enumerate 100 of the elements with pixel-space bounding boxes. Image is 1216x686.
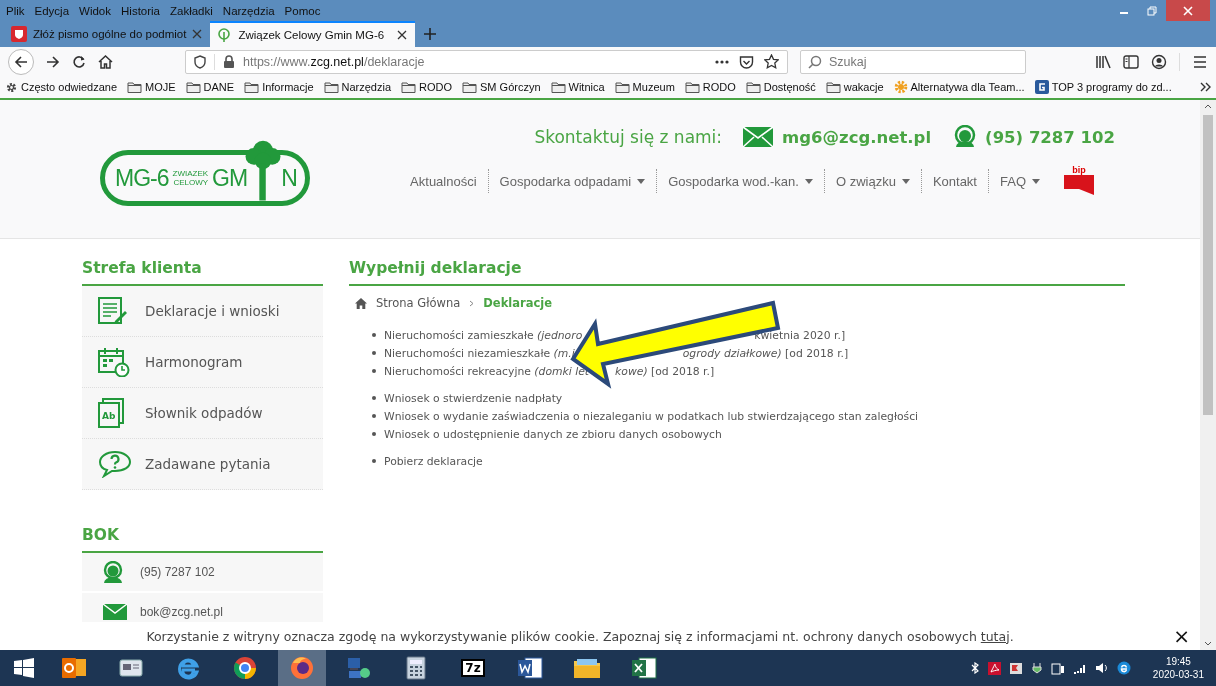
account-icon[interactable] — [1151, 53, 1167, 70]
scroll-up-icon[interactable] — [1204, 104, 1212, 109]
back-icon[interactable] — [14, 54, 28, 69]
plug-icon[interactable] — [1030, 661, 1043, 675]
menu-item[interactable]: Edycja — [34, 4, 70, 17]
document-link[interactable]: Wniosek o wydanie zaświadczenia o niezaleganiu w podatkach lub stwierdzającego stan zaległości — [384, 409, 919, 423]
library-icon[interactable] — [1095, 54, 1111, 69]
envelope-icon — [102, 603, 128, 621]
scrollbar[interactable] — [1200, 100, 1216, 650]
menu-icon[interactable] — [1192, 54, 1208, 69]
back-button[interactable] — [8, 48, 34, 75]
bookmark[interactable]: Informacje — [244, 81, 314, 93]
sidebar-icon[interactable] — [1123, 54, 1139, 69]
page-heading: Wypełnij deklaracje — [349, 259, 1125, 286]
reload-icon[interactable] — [72, 54, 86, 69]
sidebar-item[interactable]: Deklaracje i wnioski — [82, 286, 323, 337]
forward-icon[interactable] — [46, 54, 60, 69]
close-button[interactable]: × — [1173, 624, 1190, 648]
breadcrumb-link[interactable]: Strona Główna — [376, 296, 461, 310]
bookmark[interactable]: Często odwiedzane — [5, 80, 117, 94]
address-bar[interactable]: https://www.zcg.net.pl/deklaracje — [185, 49, 788, 74]
document-link[interactable]: Nieruchomości zamieszkałe (jednoro — [384, 328, 583, 342]
folder-icon — [745, 81, 761, 93]
contact-label: Skontaktuj się z nami: — [534, 127, 723, 147]
bullet-icon — [372, 333, 376, 337]
document-link[interactable]: kwietnia 2020 r.] — [754, 328, 846, 342]
document-link[interactable]: Pobierz deklaracje — [384, 454, 483, 468]
contact-phone: (95) 7287 102 — [985, 127, 1115, 147]
bullet-icon — [372, 432, 376, 436]
bluetooth-icon[interactable] — [969, 662, 980, 674]
document-link[interactable]: Wniosek o stwierdzenie nadpłaty — [384, 391, 563, 405]
close-button[interactable] — [1166, 0, 1210, 21]
bookmark[interactable]: Witnica — [550, 81, 605, 93]
chevron-icon — [469, 299, 475, 307]
search-field[interactable]: Szukaj — [800, 49, 1026, 74]
browser-tab[interactable]: Związek Celowy Gmin MG-6 — [210, 21, 416, 47]
device-icon[interactable] — [1050, 661, 1065, 675]
signal-icon[interactable] — [1072, 662, 1087, 674]
windows-icon[interactable] — [14, 658, 34, 678]
sidebar-item[interactable]: Harmonogram — [82, 337, 323, 388]
pdf-icon[interactable] — [987, 661, 1001, 675]
bookmark[interactable]: MOJE — [127, 81, 176, 93]
chevrons-icon[interactable] — [1200, 82, 1212, 92]
nav-link[interactable]: Aktualności — [399, 173, 488, 189]
menu-item[interactable]: Zakładki — [170, 4, 213, 17]
sidebar-item[interactable]: Ab Słownik odpadów — [82, 388, 323, 439]
bookmark[interactable]: RODO — [684, 81, 736, 93]
star-icon[interactable] — [764, 54, 779, 69]
caret-icon — [804, 178, 813, 184]
tree-icon — [216, 27, 233, 43]
bookmark[interactable]: Dostęność — [745, 81, 816, 93]
bookmark[interactable]: Muzeum — [614, 81, 675, 93]
bookmark[interactable]: RODO — [401, 81, 453, 93]
clock[interactable]: 19:45 2020-03-31 — [1152, 655, 1204, 681]
more-icon[interactable] — [715, 59, 729, 64]
speaker-icon[interactable] — [1094, 662, 1109, 674]
bookmark[interactable]: wakacje — [825, 81, 884, 93]
browser-tab[interactable]: Złóż pismo ogólne do podmiot — [5, 21, 211, 47]
close-icon[interactable] — [397, 30, 408, 40]
restore-icon[interactable] — [1147, 5, 1157, 16]
bookmark[interactable]: TOP 3 programy do zd... — [1034, 80, 1172, 94]
cookie-link[interactable]: tutaj — [980, 628, 1010, 644]
nav-link[interactable]: O związku — [824, 173, 921, 189]
shield-icon[interactable] — [194, 54, 206, 69]
bullet-icon — [372, 369, 376, 373]
nav-link[interactable]: Kontakt — [921, 173, 988, 189]
folder-icon — [401, 81, 417, 93]
nav-link[interactable]: Gospodarka wod.-kan. — [657, 173, 824, 189]
circle-e-icon[interactable] — [1116, 661, 1131, 675]
bookmark[interactable]: DANE — [185, 81, 235, 93]
new-tab-icon[interactable] — [423, 27, 438, 41]
document-link[interactable]: ogrody działkowe) [od 2018 r.] — [682, 346, 849, 360]
home-icon[interactable] — [98, 54, 113, 69]
scroll-down-icon[interactable] — [1204, 641, 1212, 646]
menu-item[interactable]: Historia — [121, 4, 160, 17]
card-app-icon — [119, 658, 143, 678]
pocket-icon[interactable] — [739, 54, 754, 69]
menu-item[interactable]: Narzędzia — [222, 4, 275, 17]
home-icon[interactable] — [355, 297, 367, 309]
flag-icon[interactable] — [1008, 661, 1023, 675]
word-icon — [517, 656, 543, 680]
bookmark[interactable]: Alternatywa dla Team... — [893, 80, 1025, 94]
folder-icon — [244, 81, 260, 93]
document-link[interactable]: Wniosek o udostępnienie danych ze zbioru danych osobowych — [384, 427, 722, 441]
scroll-thumb[interactable] — [1203, 115, 1213, 415]
nav-link[interactable]: FAQ — [989, 173, 1051, 189]
document-link[interactable]: kowe) [od 2018 r.] — [615, 364, 715, 378]
nav-link[interactable]: Gospodarka odpadami — [488, 173, 657, 189]
folder-icon — [462, 81, 478, 93]
bullet-icon — [372, 351, 376, 355]
bookmark[interactable]: Narzędzia — [323, 81, 392, 93]
menu-item[interactable]: Widok — [79, 4, 111, 17]
folder-icon — [825, 81, 841, 93]
search-icon — [808, 54, 822, 69]
sidebar-item[interactable]: Zadawane pytania — [82, 439, 323, 490]
document-link[interactable]: Nieruchomości niezamieszkałe (m.i — [384, 346, 575, 360]
bookmark[interactable]: SM Górczyn — [462, 81, 541, 93]
menu-item[interactable]: Plik — [6, 4, 25, 17]
menu-item[interactable]: Pomoc — [284, 4, 321, 17]
taskbar-app[interactable]: 7z — [449, 650, 497, 686]
